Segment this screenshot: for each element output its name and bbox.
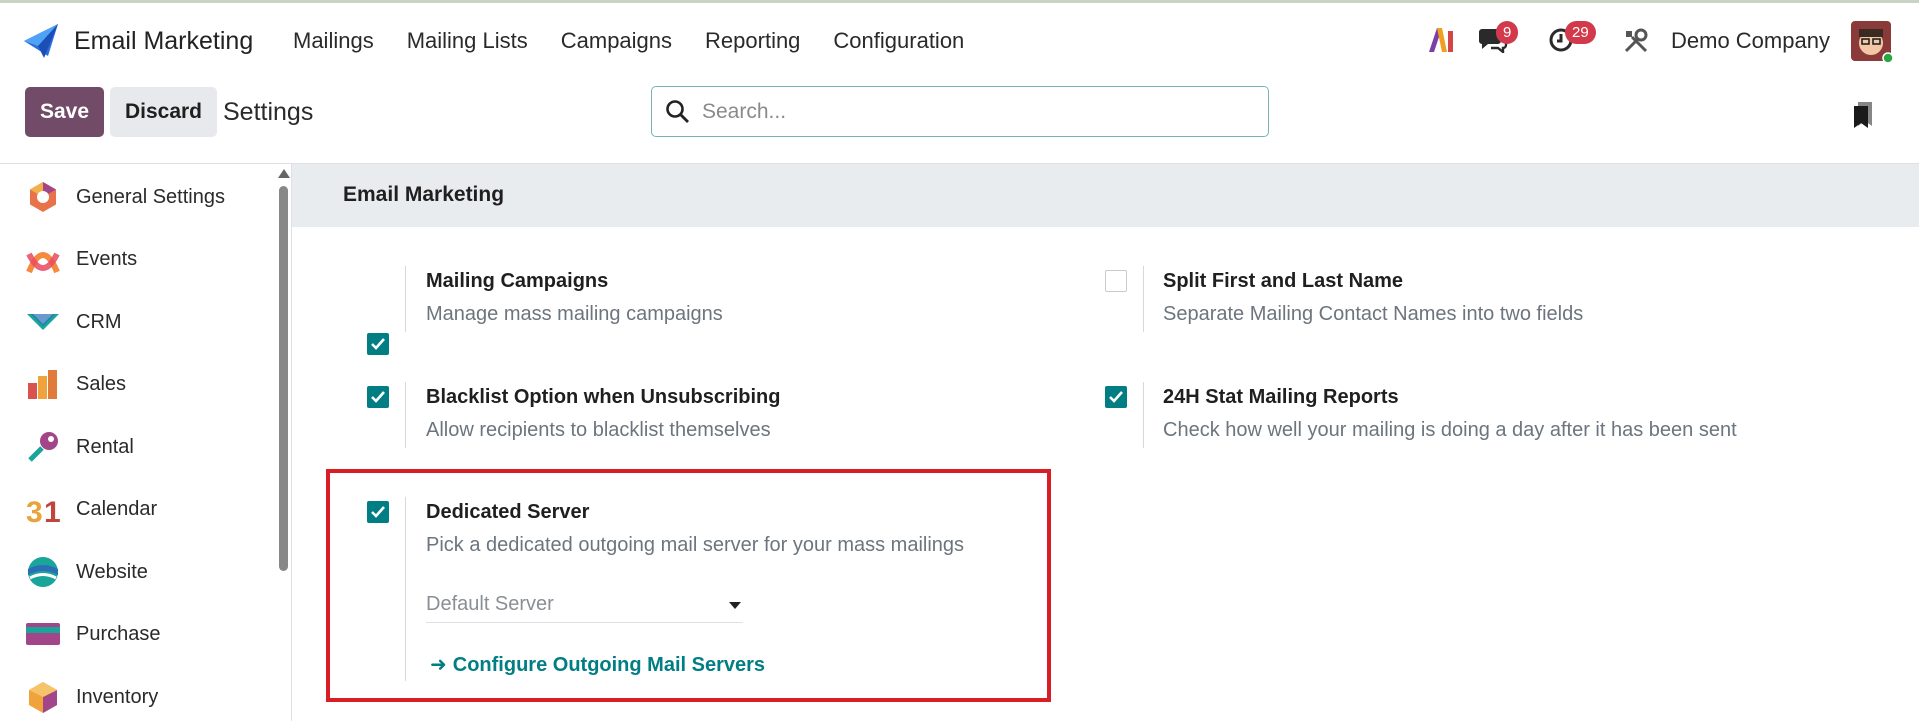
website-icon <box>28 557 58 587</box>
svg-text:3: 3 <box>26 496 43 526</box>
sidebar-item-label: Inventory <box>76 685 159 708</box>
search-bar <box>651 86 1269 137</box>
page-title: Settings <box>223 98 314 126</box>
email-marketing-logo-icon <box>24 24 58 58</box>
setting-title: Blacklist Option when Unsubscribing <box>426 386 781 408</box>
discard-button[interactable]: Discard <box>110 87 217 137</box>
rental-icon <box>28 432 58 462</box>
user-avatar-icon <box>1851 21 1894 64</box>
save-button[interactable]: Save <box>25 87 104 137</box>
divider <box>405 382 406 448</box>
sidebar-item-general-settings[interactable]: General Settings <box>0 166 270 228</box>
check-icon <box>371 391 385 403</box>
menu-reporting[interactable]: Reporting <box>705 28 800 54</box>
menu-mailings[interactable]: Mailings <box>293 28 374 54</box>
setting-description: Allow recipients to blacklist themselves <box>426 419 771 441</box>
sidebar-item-calendar[interactable]: 3 1 Calendar <box>0 478 270 540</box>
messages-button[interactable]: 9 <box>1478 21 1538 59</box>
inventory-icon <box>29 682 57 713</box>
menu-mailing-lists[interactable]: Mailing Lists <box>407 28 528 54</box>
setting-title: Split First and Last Name <box>1163 270 1404 292</box>
messages-badge: 9 <box>1496 21 1519 44</box>
sales-icon <box>28 370 57 399</box>
menu-campaigns[interactable]: Campaigns <box>561 28 672 54</box>
company-switcher[interactable]: Demo Company <box>1671 28 1830 54</box>
main-menu: Mailings Mailing Lists Campaigns Reporti… <box>293 28 997 54</box>
setting-title: Mailing Campaigns <box>426 270 609 292</box>
events-icon <box>26 252 60 274</box>
section-header: Email Marketing <box>292 164 1919 227</box>
sidebar-scrollbar[interactable] <box>277 164 291 721</box>
sidebar-item-crm[interactable]: CRM <box>0 291 270 353</box>
check-icon <box>371 338 385 350</box>
search-input[interactable] <box>702 95 1252 129</box>
sidebar-item-purchase[interactable]: Purchase <box>0 603 270 665</box>
ai-icon[interactable] <box>1428 27 1456 53</box>
svg-text:1: 1 <box>44 496 60 526</box>
section-title: Email Marketing <box>343 183 505 206</box>
setting-title: 24H Stat Mailing Reports <box>1163 386 1399 408</box>
activities-badge: 29 <box>1565 21 1596 44</box>
sidebar-item-label: CRM <box>76 310 122 333</box>
activities-button[interactable]: 29 <box>1547 21 1607 59</box>
menu-configuration[interactable]: Configuration <box>833 28 964 54</box>
sidebar-item-label: Rental <box>76 435 134 458</box>
stat-reports-checkbox[interactable] <box>1105 386 1127 408</box>
purchase-icon <box>26 623 60 645</box>
sidebar-item-label: Website <box>76 560 148 583</box>
sidebar-item-sales[interactable]: Sales <box>0 353 270 415</box>
sidebar-item-label: Events <box>76 247 138 270</box>
sidebar-item-label: Calendar <box>76 497 158 520</box>
calendar-icon: 3 1 <box>26 496 60 526</box>
setting-description: Check how well your mailing is doing a d… <box>1163 419 1737 441</box>
settings-sidebar: General Settings Events CRM Sales Rental <box>0 163 292 721</box>
settings-main: Email Marketing Mailing Campaigns Manage… <box>292 163 1919 721</box>
blacklist-option-checkbox[interactable] <box>367 386 389 408</box>
setting-description: Manage mass mailing campaigns <box>426 303 723 325</box>
sidebar-item-label: General Settings <box>76 185 225 208</box>
tools-icon[interactable] <box>1623 28 1649 54</box>
crm-icon <box>27 314 59 330</box>
bookmark-icon[interactable] <box>1853 101 1873 129</box>
sidebar-item-inventory[interactable]: Inventory <box>0 666 270 721</box>
divider <box>405 266 406 332</box>
app-brand[interactable]: Email Marketing <box>22 22 253 60</box>
split-name-checkbox[interactable] <box>1105 270 1127 292</box>
search-icon <box>666 100 689 123</box>
app-name: Email Marketing <box>74 26 254 55</box>
sidebar-item-label: Purchase <box>76 622 161 645</box>
sidebar-item-events[interactable]: Events <box>0 228 270 290</box>
sidebar-item-website[interactable]: Website <box>0 541 270 603</box>
scroll-thumb[interactable] <box>279 186 288 571</box>
mailing-campaigns-checkbox[interactable] <box>367 333 389 355</box>
sidebar-item-rental[interactable]: Rental <box>0 416 270 478</box>
setting-description: Separate Mailing Contact Names into two … <box>1163 303 1584 325</box>
divider <box>1143 266 1144 332</box>
general-settings-icon <box>30 182 56 212</box>
scroll-up-arrow-icon[interactable] <box>278 169 290 178</box>
highlight-box <box>326 469 1051 702</box>
check-icon <box>1109 391 1123 403</box>
avatar[interactable] <box>1851 21 1894 64</box>
sidebar-item-label: Sales <box>76 372 127 395</box>
divider <box>1143 382 1144 448</box>
top-navbar: Email Marketing Mailings Mailing Lists C… <box>0 0 1919 78</box>
